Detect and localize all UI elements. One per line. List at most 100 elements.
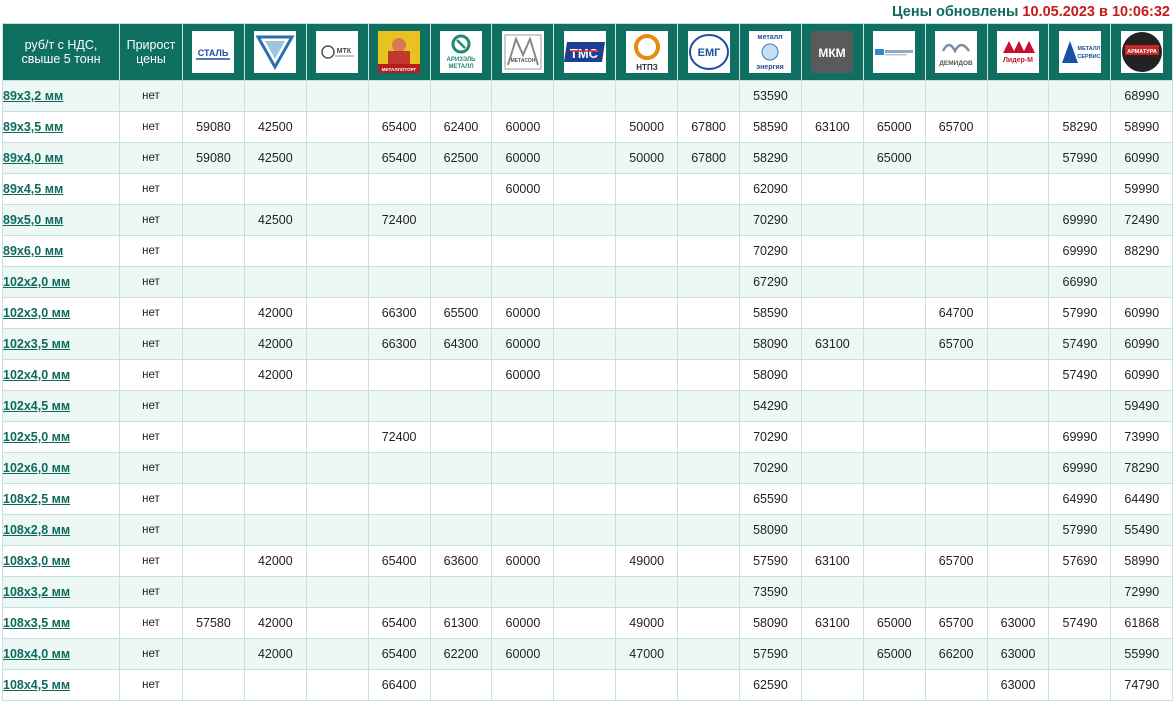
price-cell: 66400 (367, 669, 431, 701)
price-cell (182, 173, 245, 205)
size-link[interactable]: 89х3,2 мм (3, 89, 63, 103)
demidov-logo-icon[interactable]: ДЕМИДОВ (935, 31, 978, 73)
blue-stripe-logo-icon[interactable] (873, 31, 916, 73)
price-cell (367, 576, 431, 608)
price-cell (305, 266, 369, 298)
price-cell (429, 80, 493, 112)
price-cell: 58090 (739, 514, 802, 546)
ntpz-logo-icon[interactable]: НТПЗ (625, 31, 668, 73)
price-cell (553, 638, 617, 670)
price-cell: 58590 (739, 111, 802, 143)
size-link[interactable]: 89х5,0 мм (3, 213, 63, 227)
price-cell: 57580 (182, 607, 245, 639)
price-cell (182, 576, 245, 608)
growth-cell: нет (119, 359, 183, 391)
price-cell (800, 173, 864, 205)
price-cell: 57990 (1048, 514, 1112, 546)
size-cell: 102х4,5 мм (2, 390, 120, 422)
size-link[interactable]: 102х6,0 мм (3, 461, 70, 475)
table-row: 102х3,0 мм нет 42000 66300 65500 60000 58590 64… (2, 297, 1173, 329)
price-cell (862, 297, 926, 329)
metall-energiya-logo-icon[interactable]: металл энергия (749, 31, 792, 73)
svg-text:металл: металл (758, 34, 783, 41)
price-cell (553, 111, 617, 143)
table-header-row: руб/т с НДС, свыше 5 тонн Прирост цены С… (2, 23, 1173, 81)
price-cell (924, 142, 988, 174)
metason-logo-icon[interactable]: МЕТАСОН (501, 31, 544, 73)
price-cell (615, 452, 679, 484)
price-cell: 54290 (739, 390, 802, 422)
supplier-header-3: МТК (305, 23, 369, 81)
price-cell: 66200 (924, 638, 988, 670)
price-cell (182, 297, 245, 329)
price-cell (924, 266, 988, 298)
price-cell: 60990 (1110, 142, 1173, 174)
price-cell (986, 204, 1050, 236)
price-cell (429, 359, 493, 391)
price-cell: 58090 (739, 328, 802, 360)
price-cell (986, 235, 1050, 267)
price-cell: 66300 (367, 328, 431, 360)
price-cell (677, 235, 741, 267)
price-cell: 57590 (739, 638, 802, 670)
size-link[interactable]: 108х4,0 мм (3, 647, 70, 661)
size-link[interactable]: 108х3,2 мм (3, 585, 70, 599)
size-link[interactable]: 102х4,0 мм (3, 368, 70, 382)
price-cell: 72400 (367, 421, 431, 453)
tms-logo-icon[interactable]: ТМС (563, 31, 606, 73)
size-link[interactable]: 102х5,0 мм (3, 430, 70, 444)
metallotorg-logo-icon[interactable]: МЕТАЛЛОТОРГ (378, 31, 421, 73)
table-row: 108х2,8 мм нет 58090 57990 55490 (2, 514, 1173, 546)
size-link[interactable]: 108х3,0 мм (3, 554, 70, 568)
metall-servis-logo-icon[interactable]: МЕТАЛЛ СЕРВИС (1058, 31, 1101, 73)
size-link[interactable]: 89х6,0 мм (3, 244, 63, 258)
size-link[interactable]: 102х4,5 мм (3, 399, 70, 413)
stal-logo-icon[interactable]: СТАЛЬ (192, 31, 235, 73)
size-link[interactable]: 108х2,5 мм (3, 492, 70, 506)
mkm-logo-icon[interactable]: МКМ (811, 31, 854, 73)
size-link[interactable]: 89х4,5 мм (3, 182, 63, 196)
price-cell (429, 235, 493, 267)
table-row: 108х3,5 мм нет 57580 42000 65400 61300 60000 49… (2, 607, 1173, 639)
price-cell: 62200 (429, 638, 493, 670)
size-link[interactable]: 89х4,0 мм (3, 151, 63, 165)
arizel-logo-icon[interactable]: АРИЗЭЛЬ МЕТАЛЛ (440, 31, 482, 73)
size-link[interactable]: 89х3,5 мм (3, 120, 63, 134)
price-cell: 64700 (924, 297, 988, 329)
triangle-logo-icon[interactable] (254, 31, 297, 73)
price-cell (553, 328, 617, 360)
svg-text:СЕРВИС: СЕРВИС (1077, 54, 1100, 60)
size-link[interactable]: 108х4,5 мм (3, 678, 70, 692)
table-row: 108х3,0 мм нет 42000 65400 63600 60000 49000 57… (2, 545, 1173, 577)
lider-m-logo-icon[interactable]: Лидер-М (997, 31, 1040, 73)
price-cell: 57590 (739, 545, 802, 577)
price-cell: 62090 (739, 173, 802, 205)
price-cell (429, 173, 493, 205)
price-cell (862, 359, 926, 391)
size-link[interactable]: 102х3,5 мм (3, 337, 70, 351)
svg-text:ТМС: ТМС (570, 46, 599, 61)
size-link[interactable]: 108х2,8 мм (3, 523, 70, 537)
armatura-logo-icon[interactable]: АРМАТУРА (1120, 31, 1163, 73)
size-link[interactable]: 108х3,5 мм (3, 616, 70, 630)
price-cell (243, 390, 307, 422)
size-link[interactable]: 102х3,0 мм (3, 306, 70, 320)
price-cell (553, 576, 617, 608)
price-cell (553, 235, 617, 267)
price-cell: 60000 (491, 638, 555, 670)
price-cell: 55490 (1110, 514, 1173, 546)
emg-logo-icon[interactable]: ЕМГ (687, 31, 730, 73)
size-cell: 102х3,0 мм (2, 297, 120, 329)
price-cell (615, 669, 679, 701)
price-cell (243, 235, 307, 267)
price-cell (677, 576, 741, 608)
price-cell (182, 266, 245, 298)
price-cell (677, 452, 741, 484)
price-cell (615, 328, 679, 360)
price-cell (429, 266, 493, 298)
mtk-logo-icon[interactable]: МТК (316, 31, 359, 73)
price-cell (553, 483, 617, 515)
price-cell (986, 576, 1050, 608)
size-link[interactable]: 102х2,0 мм (3, 275, 70, 289)
supplier-header-10: металл энергия (739, 23, 802, 81)
